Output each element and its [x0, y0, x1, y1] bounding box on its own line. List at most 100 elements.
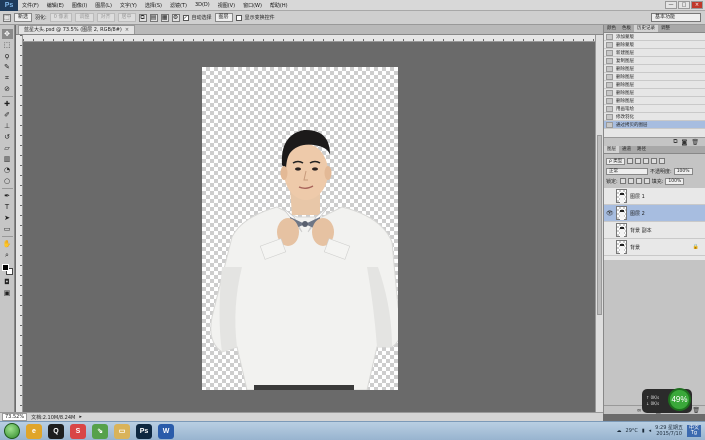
eyedropper-tool-icon[interactable]: ⊘: [2, 84, 13, 94]
document-tab[interactable]: 蓝星大头.psd @ 73.5% (图层 2, RGB/8#) ×: [18, 25, 136, 34]
photoshop-task-icon[interactable]: Ps: [136, 423, 152, 439]
document-canvas[interactable]: [202, 67, 398, 390]
history-item[interactable]: 删除图层: [604, 97, 705, 105]
horizontal-ruler[interactable]: [23, 35, 595, 42]
type-tool-icon[interactable]: T: [2, 202, 13, 212]
canvas-area[interactable]: ⧉ ?: [23, 43, 595, 412]
adjust-button[interactable]: 调整: [75, 13, 94, 22]
auto-select-target[interactable]: 图层: [214, 13, 233, 22]
vertical-scrollbar[interactable]: [595, 35, 603, 412]
history-item[interactable]: 修改羽化: [604, 113, 705, 121]
menu-3d[interactable]: 3D(D): [191, 2, 214, 8]
clone-stamp-tool-icon[interactable]: ⊥: [2, 121, 13, 131]
marquee-tool-icon[interactable]: ⬚: [2, 40, 13, 50]
filter-smart-icon[interactable]: [659, 158, 666, 164]
history-item[interactable]: 复制图层: [604, 57, 705, 65]
quick-select-tool-icon[interactable]: ✎: [2, 62, 13, 72]
word-icon[interactable]: W: [158, 423, 174, 439]
history-item-selected[interactable]: 通过拷贝的图层: [604, 121, 705, 129]
quick-mask-icon[interactable]: ◘: [2, 277, 13, 287]
history-item[interactable]: 删除图层: [604, 81, 705, 89]
shape-tool-icon[interactable]: ▭: [2, 224, 13, 234]
blend-mode-select[interactable]: 正常: [606, 167, 648, 175]
crop-tool-icon[interactable]: ⌗: [2, 73, 13, 83]
vertical-ruler[interactable]: [16, 35, 23, 412]
tab-layers[interactable]: 图层: [604, 146, 619, 153]
auto-select-checkbox[interactable]: ✓: [182, 14, 189, 21]
close-button[interactable]: ×: [691, 1, 703, 9]
align-button[interactable]: 对齐: [96, 13, 115, 22]
tab-color[interactable]: 颜色: [604, 25, 619, 32]
trash-icon[interactable]: 🗑: [692, 407, 700, 414]
menu-layer[interactable]: 图层(L): [91, 2, 116, 9]
tab-swatches[interactable]: 色板: [619, 25, 634, 32]
clock[interactable]: 9:29 星期五 2015/7/10: [655, 425, 683, 437]
tab-adjustments[interactable]: 调整: [658, 25, 673, 32]
layer-filter-select[interactable]: ρ 类型: [606, 157, 626, 165]
tab-channels[interactable]: 通道: [619, 146, 634, 153]
zoom-level-field[interactable]: 73.52%: [2, 413, 28, 421]
filter-shape-icon[interactable]: [651, 158, 658, 164]
input-method-indicator[interactable]: 中文 Tg: [686, 425, 701, 437]
minimize-button[interactable]: —: [665, 1, 677, 9]
status-arrow-icon[interactable]: ▸: [79, 414, 82, 420]
transform-icon[interactable]: ⧉: [138, 13, 147, 22]
menu-select[interactable]: 选择(S): [141, 2, 166, 9]
foreground-color[interactable]: [1, 264, 9, 271]
filter-pixel-icon[interactable]: [627, 158, 634, 164]
eraser-tool-icon[interactable]: ▱: [2, 143, 13, 153]
dodge-tool-icon[interactable]: ○: [2, 176, 13, 186]
screen-mode-icon[interactable]: ▣: [2, 288, 13, 298]
distribute-icon[interactable]: ▦: [160, 13, 169, 22]
fill-input[interactable]: 100%: [665, 177, 685, 185]
tab-history[interactable]: 历史记录: [634, 25, 658, 32]
start-button[interactable]: [4, 423, 20, 439]
menu-window[interactable]: 窗口(W): [239, 2, 266, 9]
feather-input[interactable]: 0 像素: [49, 13, 73, 22]
tab-paths[interactable]: 路径: [634, 146, 649, 153]
zoom-tool-icon[interactable]: ⌕: [2, 250, 13, 260]
lock-image-icon[interactable]: [627, 178, 634, 184]
history-brush-tool-icon[interactable]: ↺: [2, 132, 13, 142]
gradient-tool-icon[interactable]: ▥: [2, 154, 13, 164]
color-swatches[interactable]: [1, 264, 13, 276]
layer-row[interactable]: 背景 🔒: [604, 239, 705, 256]
lasso-tool-icon[interactable]: ϙ: [2, 51, 13, 61]
menu-edit[interactable]: 编辑(E): [43, 2, 68, 9]
filter-adjust-icon[interactable]: [635, 158, 642, 164]
show-transform-checkbox[interactable]: [235, 14, 242, 21]
history-item[interactable]: 删除图层: [604, 89, 705, 97]
selection-mode-select[interactable]: 新选: [14, 13, 33, 22]
network-icon[interactable]: ▮: [642, 428, 645, 434]
system-monitor-widget[interactable]: ↑ 0K/s ↓ 0K/s 49%: [642, 388, 692, 413]
move-tool-icon[interactable]: ✥: [1, 29, 13, 39]
layer-row[interactable]: 图层 1: [604, 188, 705, 205]
menu-file[interactable]: 文件(F): [18, 2, 43, 9]
history-item[interactable]: 用画笔绘: [604, 105, 705, 113]
browser-icon[interactable]: e: [26, 423, 42, 439]
visibility-eye-icon[interactable]: 👁: [606, 210, 614, 217]
history-item[interactable]: 删除图层: [604, 73, 705, 81]
snapshot-icon[interactable]: ◙: [682, 139, 688, 146]
blur-tool-icon[interactable]: ◔: [2, 165, 13, 175]
link-layers-icon[interactable]: ∞: [637, 407, 642, 414]
volume-icon[interactable]: ◂: [649, 428, 652, 434]
trash-icon[interactable]: 🗑: [691, 139, 699, 146]
weather-icon[interactable]: ☁: [617, 428, 622, 434]
opacity-input[interactable]: 100%: [673, 167, 693, 175]
folder-icon[interactable]: ▭: [114, 423, 130, 439]
history-item[interactable]: 添加蒙版: [604, 33, 705, 41]
history-item[interactable]: 新建图层: [604, 49, 705, 57]
path-select-tool-icon[interactable]: ➤: [2, 213, 13, 223]
settings-icon[interactable]: ⚙: [171, 13, 180, 22]
workspace-select[interactable]: 基本功能: [651, 13, 701, 22]
app-icon[interactable]: S: [70, 423, 86, 439]
menu-filter[interactable]: 滤镜(T): [166, 2, 191, 9]
history-item[interactable]: 删除蒙版: [604, 41, 705, 49]
new-document-from-state-icon[interactable]: ⧉: [673, 138, 677, 146]
center-button[interactable]: 居中: [117, 13, 136, 22]
close-tab-icon[interactable]: ×: [125, 26, 129, 34]
qq-icon[interactable]: Q: [48, 423, 64, 439]
menu-type[interactable]: 文字(Y): [116, 2, 141, 9]
menu-view[interactable]: 视图(V): [214, 2, 239, 9]
